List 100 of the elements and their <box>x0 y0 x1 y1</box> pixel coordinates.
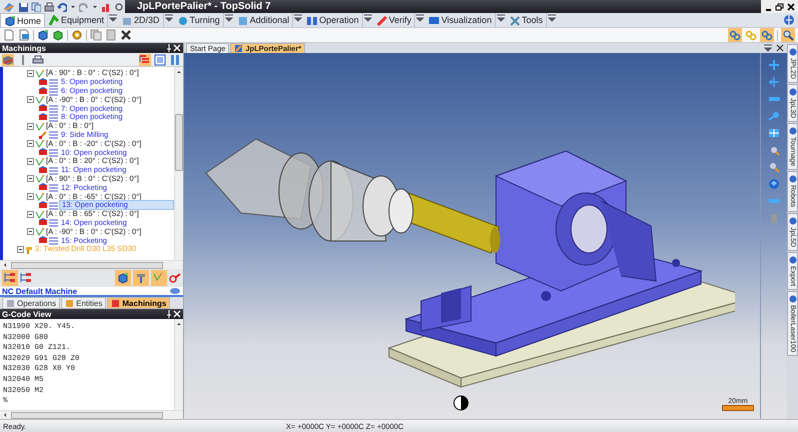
dropdown-icon[interactable] <box>546 13 557 23</box>
collapse-icon[interactable] <box>27 96 34 104</box>
axis-icon <box>35 68 45 78</box>
undo-icon[interactable] <box>57 2 67 12</box>
toolpath-icon <box>49 183 58 192</box>
dropdown-icon[interactable] <box>763 43 773 53</box>
scrollbar[interactable] <box>0 260 183 269</box>
axis-icon <box>35 122 45 131</box>
toolpath-icon <box>49 130 58 140</box>
dropdown-icon[interactable] <box>415 13 426 23</box>
open-document-icon[interactable] <box>18 29 30 41</box>
dropdown-icon[interactable] <box>224 13 234 23</box>
grid-icon[interactable] <box>768 127 780 139</box>
help-globe-icon[interactable] <box>783 14 795 26</box>
ribbon-tab[interactable]: Operation <box>303 13 363 27</box>
ribbon-tab[interactable]: Verify <box>372 13 416 27</box>
zoom-fit-icon[interactable] <box>768 144 780 156</box>
collapse-icon[interactable] <box>17 246 24 253</box>
equipment-icon <box>48 14 60 26</box>
link-icon[interactable] <box>729 29 741 41</box>
sliders-icon[interactable] <box>154 54 166 66</box>
pocketing-icon <box>39 236 48 246</box>
hierarchy-icon[interactable] <box>20 272 32 284</box>
ribbon-tab[interactable]: Additional <box>234 13 294 27</box>
panel-tab[interactable]: Machinings <box>107 297 170 309</box>
axis-icon <box>35 95 45 104</box>
collapse-icon[interactable] <box>27 70 34 77</box>
toolpath-icon <box>49 104 58 114</box>
ribbon-tab[interactable]: Equipment <box>45 13 108 27</box>
collapse-icon[interactable] <box>27 228 34 236</box>
chart-icon[interactable] <box>101 2 111 12</box>
zoom-icon[interactable] <box>768 161 780 173</box>
pocketing-icon <box>39 148 48 158</box>
pin-icon[interactable] <box>165 309 173 319</box>
tools-icon <box>508 14 520 26</box>
restore-icon[interactable] <box>775 2 784 10</box>
dropdown-icon[interactable] <box>362 13 373 23</box>
scrollbar[interactable] <box>0 410 183 419</box>
side-milling-icon <box>39 130 48 140</box>
pocketing-icon <box>39 183 48 192</box>
save-icon[interactable] <box>18 2 28 12</box>
pocketing-icon <box>39 86 48 96</box>
pocketing-icon <box>39 78 48 87</box>
scroll-up-icon[interactable] <box>176 321 182 326</box>
axis-icon <box>35 227 45 236</box>
scale-bar <box>722 405 754 411</box>
collapse-icon[interactable] <box>27 122 34 130</box>
copy-icon[interactable] <box>90 29 102 41</box>
axis-icon <box>35 192 45 202</box>
collapse-icon[interactable] <box>27 140 34 148</box>
caret-icon[interactable] <box>70 4 76 10</box>
collapse-icon[interactable] <box>27 158 34 165</box>
ribbon-tab[interactable]: Tools <box>506 13 547 27</box>
scrollbar[interactable] <box>174 67 183 260</box>
scroll-up-icon[interactable] <box>176 69 182 74</box>
tree-view-icon[interactable] <box>139 54 151 66</box>
dropdown-icon[interactable] <box>108 13 118 23</box>
dropdown-icon[interactable] <box>496 13 506 23</box>
dropdown-icon[interactable] <box>164 13 174 23</box>
toolpath-icon <box>49 218 58 228</box>
pin-icon[interactable] <box>165 43 173 53</box>
document-icon <box>234 44 244 53</box>
measure-icon[interactable] <box>169 272 181 284</box>
panel-title: Machinings <box>2 44 48 52</box>
zoom-in-icon[interactable] <box>768 59 780 71</box>
pocketing-icon <box>39 104 48 114</box>
drill-icon[interactable] <box>135 272 147 284</box>
collapse-icon[interactable] <box>27 210 34 218</box>
app-menu-icon[interactable] <box>3 0 15 12</box>
close-icon[interactable] <box>776 44 784 52</box>
dropdown-icon[interactable] <box>293 13 304 23</box>
ribbon-tab[interactable]: 2D/3D <box>118 13 164 27</box>
search-icon[interactable] <box>782 29 794 41</box>
close-icon[interactable] <box>787 2 795 10</box>
hierarchy-icon[interactable] <box>4 272 16 284</box>
axis-icon <box>35 156 45 166</box>
axis-icon <box>35 139 45 148</box>
scrollbar[interactable] <box>174 319 183 410</box>
toolpath-icon <box>49 236 58 246</box>
caret-icon[interactable] <box>92 4 98 10</box>
print-icon[interactable] <box>44 2 54 12</box>
delete-icon[interactable] <box>120 29 132 41</box>
toolpath-icon <box>49 112 58 122</box>
toolpath-icon <box>49 148 58 158</box>
panel-tab[interactable]: Entities <box>61 297 106 309</box>
axis-icon <box>35 174 45 184</box>
pocketing-icon <box>39 218 48 228</box>
pocketing-icon <box>39 166 48 175</box>
panel-tab[interactable]: Operations <box>2 297 60 309</box>
ribbon-tab[interactable]: Home <box>0 13 46 27</box>
printer-icon[interactable] <box>32 54 44 66</box>
axis-triad-icon <box>454 396 468 410</box>
toolpath-icon <box>49 86 58 96</box>
axis-icon <box>35 210 45 219</box>
toolpath-icon <box>49 200 58 210</box>
ribbon-tab[interactable]: Visualization <box>425 13 496 27</box>
collapse-icon[interactable] <box>27 193 34 200</box>
collapse-icon[interactable] <box>27 175 34 182</box>
copy-icon[interactable] <box>31 2 41 12</box>
ribbon-tab[interactable]: Turning <box>174 13 224 27</box>
